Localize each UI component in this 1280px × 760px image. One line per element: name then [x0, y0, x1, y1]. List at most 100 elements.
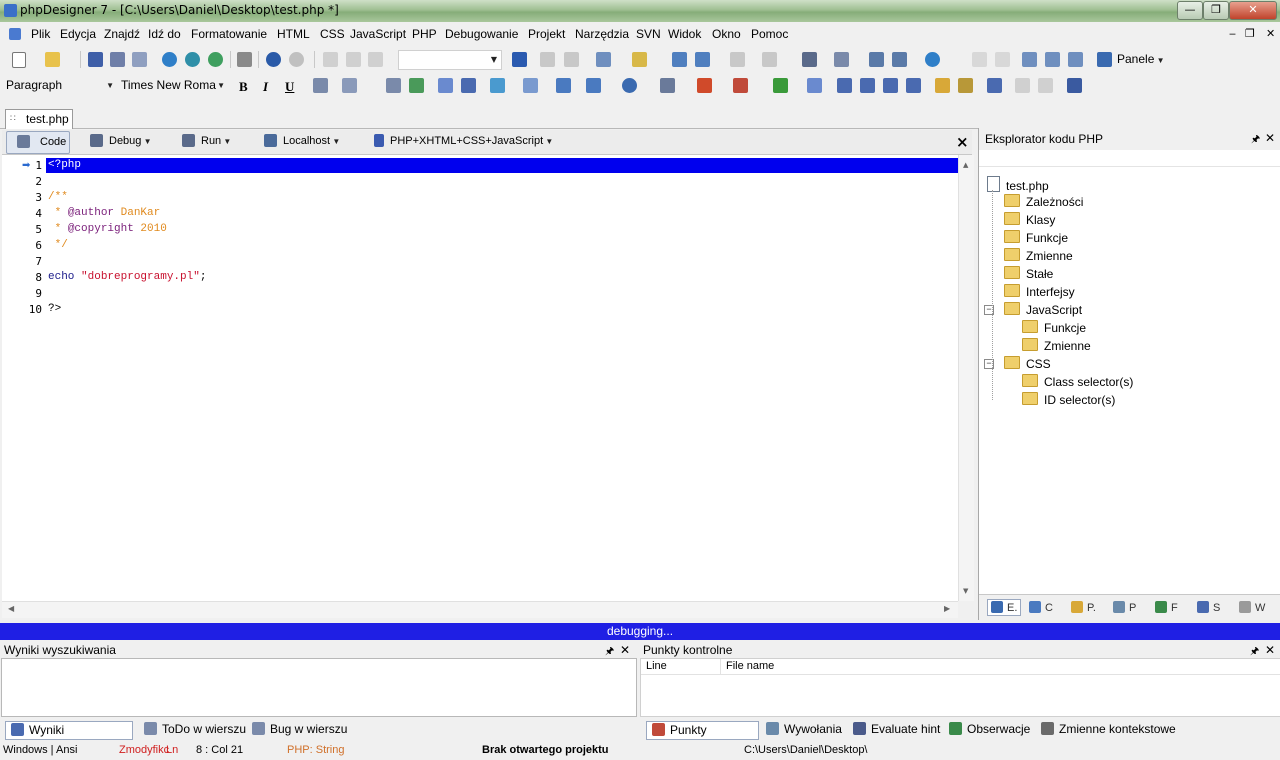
code-line[interactable]: * @copyright 2010 [48, 223, 167, 235]
link-icon[interactable] [386, 78, 401, 93]
filter-clear-icon[interactable] [695, 52, 710, 67]
upload-icon[interactable] [892, 52, 907, 67]
copy-icon[interactable] [346, 52, 361, 67]
panels-button[interactable]: Panele ▼ [1117, 50, 1165, 69]
pin-icon[interactable]: 🖈 [1251, 132, 1260, 149]
tab-calls[interactable]: Wywołania [766, 721, 842, 738]
close-breakpoints-pane-button[interactable]: ✕ [1265, 643, 1275, 657]
tree-node[interactable]: Zależności [1004, 194, 1083, 209]
save-all-icon[interactable] [110, 52, 125, 67]
save-as-icon[interactable] [132, 52, 147, 67]
redo-icon[interactable] [289, 52, 304, 67]
color-picker-icon[interactable] [697, 78, 712, 93]
menu-php[interactable]: PHP [412, 27, 437, 41]
panels-icon[interactable] [1097, 52, 1112, 67]
column-file-name[interactable]: File name [726, 660, 774, 672]
explorer-tab[interactable]: P [1113, 601, 1136, 614]
tag-arrows-icon[interactable] [523, 78, 538, 93]
indent-icon[interactable] [837, 78, 852, 93]
menu-css[interactable]: CSS [320, 27, 345, 41]
bookmark-icon[interactable] [596, 52, 611, 67]
explorer-tab[interactable]: F [1155, 601, 1178, 614]
print-icon[interactable] [237, 52, 252, 67]
hand-icon[interactable] [935, 78, 950, 93]
scroll-up-icon[interactable]: ▲ [963, 161, 968, 169]
horizontal-scrollbar[interactable]: ◀ ▶ [2, 601, 958, 618]
explorer-tab[interactable]: S [1197, 601, 1220, 614]
disabled-a-icon[interactable] [1015, 78, 1030, 93]
font-select[interactable]: Times New Roma ▼ [121, 76, 227, 95]
paragraph-style-select[interactable]: Paragraph ▼ [6, 76, 116, 95]
tab-test-php[interactable]: ∷ test.php [5, 109, 73, 129]
form-elements-icon[interactable] [586, 78, 601, 93]
tree-node[interactable]: − CSS [984, 356, 1051, 371]
tree-node[interactable]: − JavaScript [984, 302, 1082, 317]
bookmark-folder-icon[interactable] [632, 52, 647, 67]
checklist-icon[interactable] [1067, 78, 1082, 93]
menu-debugowanie[interactable]: Debugowanie [445, 27, 518, 41]
menu-javascript[interactable]: JavaScript [350, 27, 406, 41]
syntax-mode-button[interactable]: PHP+XHTML+CSS+JavaScript ▼ [374, 134, 553, 147]
forward-arrow-icon[interactable] [762, 52, 777, 67]
snippet-icon[interactable] [987, 78, 1002, 93]
menu-narzedzia[interactable]: Narzędzia [575, 27, 629, 41]
tree-node[interactable]: Funkcje [1004, 230, 1068, 245]
tab-context-variables[interactable]: Zmienne kontekstowe [1041, 721, 1176, 738]
jump-icon[interactable] [540, 52, 555, 67]
preview-globe-icon[interactable] [162, 52, 177, 67]
mdi-close-button[interactable]: ✕ [1266, 27, 1275, 40]
tab-search-results[interactable]: Wyniki wyszukiwania [5, 721, 133, 754]
tree-root-file[interactable]: test.php [987, 176, 1049, 193]
code-line[interactable]: */ [48, 239, 68, 251]
undo-icon[interactable] [266, 52, 281, 67]
tree-node[interactable]: Funkcje [1022, 320, 1086, 335]
menu-znajdz[interactable]: Znajdź [104, 27, 140, 41]
comment-icon[interactable] [883, 78, 898, 93]
form-icon[interactable] [556, 78, 571, 93]
back-arrow-icon[interactable] [730, 52, 745, 67]
image-icon[interactable] [409, 78, 424, 93]
menu-widok[interactable]: Widok [668, 27, 701, 41]
menu-edycja[interactable]: Edycja [60, 27, 96, 41]
open-folder-icon[interactable] [45, 52, 60, 67]
uncomment-icon[interactable] [906, 78, 921, 93]
code-line[interactable]: ?> [48, 303, 61, 315]
breakpoints-list[interactable]: Line File name [640, 658, 1280, 717]
mdi-restore-button[interactable]: ❐ [1245, 27, 1255, 40]
scroll-right-icon[interactable]: ▶ [944, 604, 950, 613]
code-view-button[interactable]: Code [6, 131, 70, 154]
filter-icon[interactable] [672, 52, 687, 67]
tab-evaluate-hint[interactable]: Evaluate hint [853, 721, 940, 738]
split-right-icon[interactable] [995, 52, 1010, 67]
close-search-pane-button[interactable]: ✕ [620, 643, 630, 657]
preview-browser-icon[interactable] [185, 52, 200, 67]
underline-button[interactable]: U [285, 79, 294, 95]
explorer-tab[interactable]: E. [987, 599, 1022, 616]
explorer-tab[interactable]: P. [1071, 601, 1096, 614]
minimize-button[interactable]: — [1177, 1, 1203, 20]
clock-icon[interactable] [622, 78, 637, 93]
debug-button[interactable]: Debug ▼ [90, 134, 152, 147]
indent-arrows-icon[interactable] [773, 78, 788, 93]
close-button[interactable]: ✕ [1229, 1, 1277, 20]
scroll-down-icon[interactable]: ▼ [963, 587, 968, 595]
close-explorer-button[interactable]: ✕ [1265, 131, 1275, 145]
go-arrow-icon[interactable] [512, 52, 527, 67]
menu-html[interactable]: HTML [277, 27, 310, 41]
debug-tools-icon[interactable] [802, 52, 817, 67]
italic-button[interactable]: I [263, 79, 268, 95]
jump-back-icon[interactable] [564, 52, 579, 67]
menu-svn[interactable]: SVN [636, 27, 661, 41]
menu-idz-do[interactable]: Idź do [148, 27, 181, 41]
special-chars-icon[interactable] [733, 78, 748, 93]
run-button[interactable]: Run ▼ [182, 134, 231, 147]
save-icon[interactable] [88, 52, 103, 67]
tree-node[interactable]: Class selector(s) [1022, 374, 1133, 389]
new-file-icon[interactable] [12, 52, 26, 68]
html-tag-icon[interactable] [313, 78, 328, 93]
bold-button[interactable]: B [239, 79, 248, 95]
maximize-button[interactable]: ❐ [1203, 1, 1229, 20]
table-icon[interactable] [342, 78, 357, 93]
tree-node[interactable]: Klasy [1004, 212, 1055, 227]
menu-plik[interactable]: Plik [31, 27, 50, 41]
